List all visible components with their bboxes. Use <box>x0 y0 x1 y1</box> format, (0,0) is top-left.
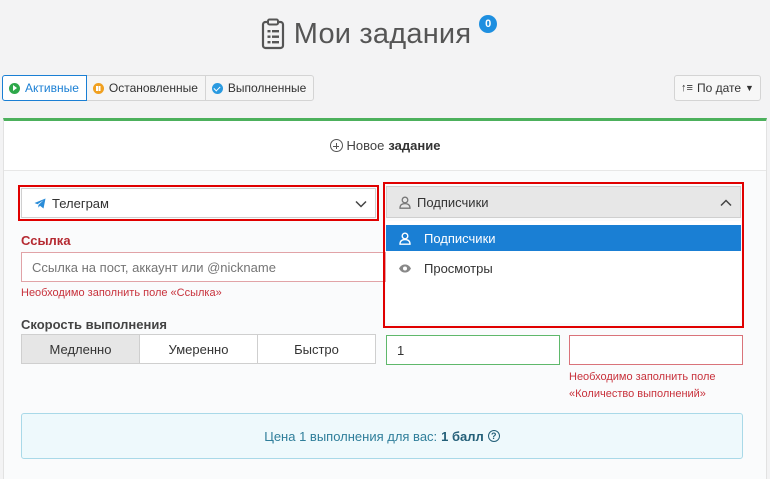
sort-dropdown-button[interactable]: ↑≡ По дате ▼ <box>674 75 761 101</box>
speed-label: Скорость выполнения <box>21 317 167 332</box>
task-type-select[interactable]: Подписчики <box>386 186 741 218</box>
price-prefix: Цена 1 выполнения для вас: <box>264 428 438 444</box>
network-select-value: Телеграм <box>52 195 109 211</box>
quantity-error-text: Необходимо заполнить поле «Количество вы… <box>569 369 716 403</box>
link-error-text: Необходимо заполнить поле «Ссылка» <box>21 287 222 299</box>
filter-tab-completed[interactable]: Выполненные <box>204 75 315 101</box>
field-a-value: 1 <box>397 342 405 358</box>
chevron-up-icon <box>720 199 732 207</box>
link-label: Ссылка <box>21 233 71 248</box>
quantity-error-line1: Необходимо заполнить поле <box>569 371 716 383</box>
filter-tab-label: Выполненные <box>227 81 307 95</box>
filter-tab-stopped[interactable]: Остановленные <box>85 75 206 101</box>
plus-circle-icon <box>329 139 343 152</box>
field-a-input[interactable]: 1 <box>386 335 560 365</box>
task-type-option-subscribers[interactable]: Подписчики <box>386 225 741 251</box>
sort-label: По дате <box>696 81 742 95</box>
quantity-error-line2: «Количество выполнений» <box>569 388 706 400</box>
task-type-value: Подписчики <box>417 194 489 210</box>
speed-slow-button[interactable]: Медленно <box>21 334 140 364</box>
pause-circle-icon <box>92 82 104 94</box>
eye-icon <box>398 264 412 273</box>
user-icon <box>398 232 412 245</box>
task-type-option-label: Подписчики <box>424 230 496 246</box>
task-type-option-views[interactable]: Просмотры <box>386 255 741 281</box>
new-task-prefix: Новое <box>346 138 385 153</box>
telegram-icon <box>34 198 46 208</box>
speed-medium-button[interactable]: Умеренно <box>139 334 258 364</box>
price-value: 1 балл <box>441 428 484 444</box>
speed-button-group: Медленно Умеренно Быстро <box>21 334 376 364</box>
chevron-down-icon: ▼ <box>745 83 754 93</box>
sort-icon: ↑≡ <box>681 82 693 94</box>
task-type-option-label: Просмотры <box>424 260 493 276</box>
task-type-menu: Подписчики Просмотры <box>386 221 741 323</box>
quantity-input[interactable] <box>569 335 743 365</box>
filter-tab-active[interactable]: Активные <box>2 75 87 101</box>
play-circle-icon <box>9 82 20 94</box>
speed-fast-button[interactable]: Быстро <box>257 334 376 364</box>
chevron-down-icon <box>355 200 367 208</box>
tasks-count-badge: 0 <box>479 15 498 33</box>
page-header: Мои задания 0 <box>0 14 770 54</box>
network-select[interactable]: Телеграм <box>21 188 376 218</box>
price-info-box: Цена 1 выполнения для вас: 1 балл ? <box>21 413 743 459</box>
new-task-bold: задание <box>388 138 441 153</box>
new-task-header[interactable]: Новое задание <box>4 121 766 171</box>
question-circle-icon[interactable]: ? <box>487 430 500 442</box>
status-filter-tabs: Активные Остановленные Выполненные <box>2 75 315 101</box>
filter-tab-label: Остановленные <box>108 81 198 95</box>
page-title: Мои задания <box>293 17 472 50</box>
filter-tab-label: Активные <box>25 81 79 95</box>
check-circle-icon <box>211 82 223 94</box>
link-input[interactable] <box>21 252 386 282</box>
user-icon <box>399 196 411 209</box>
clipboard-list-icon <box>261 18 284 50</box>
